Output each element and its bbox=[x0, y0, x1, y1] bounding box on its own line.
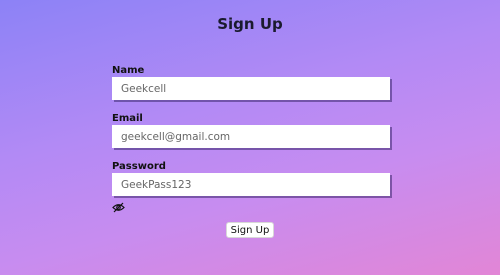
email-input[interactable] bbox=[112, 125, 390, 148]
name-label: Name bbox=[112, 65, 145, 76]
page-title: Sign Up bbox=[217, 15, 283, 33]
password-label: Password bbox=[112, 161, 166, 172]
sign-up-button[interactable]: Sign Up bbox=[225, 222, 275, 238]
signup-form: Name Email Password bbox=[112, 64, 390, 213]
email-label: Email bbox=[112, 113, 143, 124]
name-input[interactable] bbox=[112, 77, 390, 100]
password-input[interactable] bbox=[112, 173, 390, 196]
submit-container: Sign Up bbox=[0, 218, 500, 238]
eye-slash-icon[interactable] bbox=[112, 198, 125, 213]
signup-page: Sign Up Name Email Password Sign Up bbox=[0, 0, 500, 275]
